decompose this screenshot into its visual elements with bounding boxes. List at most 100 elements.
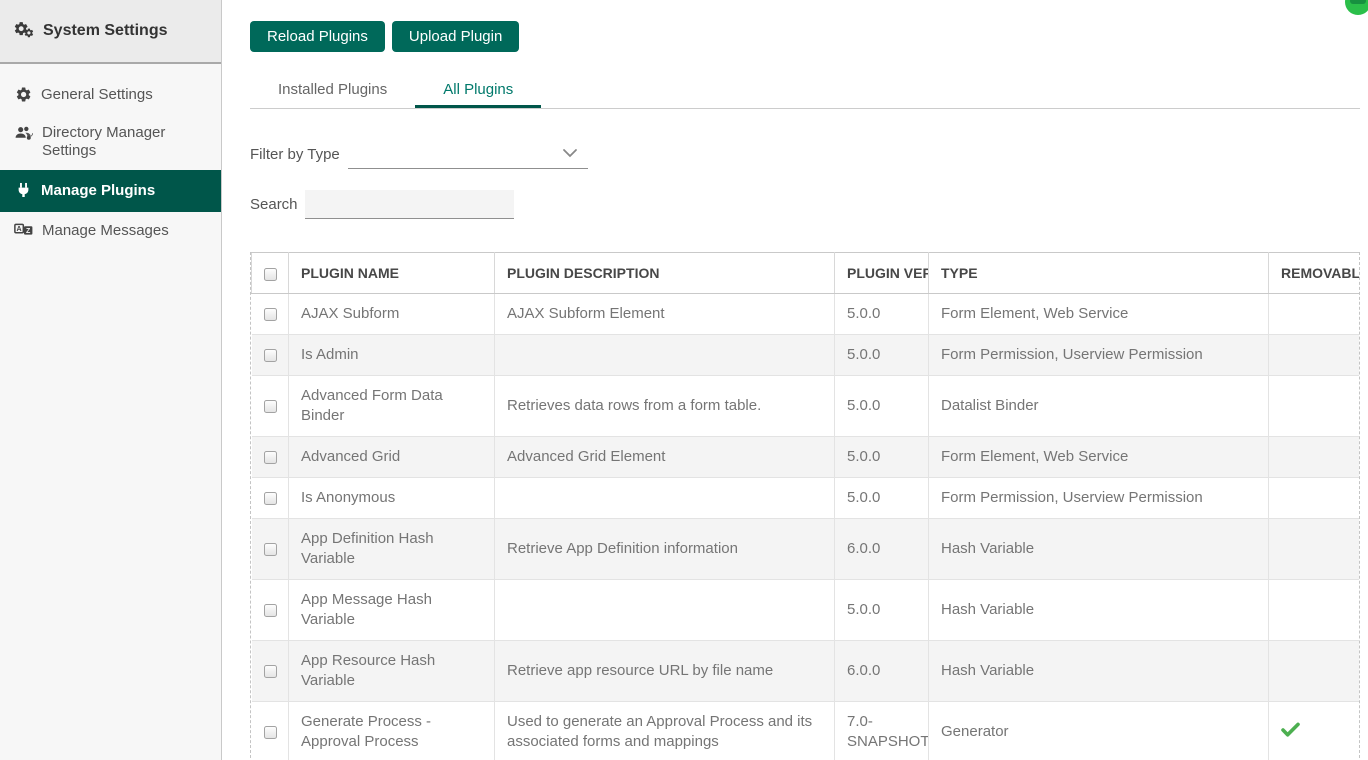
filter-by-type-select[interactable] bbox=[348, 139, 588, 169]
translate-icon: A Z bbox=[14, 222, 33, 237]
select-all-checkbox[interactable] bbox=[264, 268, 277, 281]
row-checkbox-cell bbox=[252, 580, 289, 641]
plugin-type-cell: Form Permission, Userview Permission bbox=[929, 335, 1269, 376]
table-row: App Message Hash Variable5.0.0Hash Varia… bbox=[252, 580, 1361, 641]
reload-plugins-button[interactable]: Reload Plugins bbox=[250, 21, 385, 52]
svg-text:A: A bbox=[17, 226, 22, 233]
row-checkbox[interactable] bbox=[264, 543, 277, 556]
plugin-description-cell: AJAX Subform Element bbox=[495, 294, 835, 335]
row-checkbox-cell bbox=[252, 519, 289, 580]
row-checkbox-cell bbox=[252, 376, 289, 437]
plugin-version-cell: 5.0.0 bbox=[835, 580, 929, 641]
toolbar: Reload Plugins Upload Plugin bbox=[250, 0, 1360, 52]
svg-text:Z: Z bbox=[26, 228, 31, 235]
plugin-description-cell bbox=[495, 478, 835, 519]
search-label: Search bbox=[250, 196, 298, 213]
table-row: Advanced Form Data BinderRetrieves data … bbox=[252, 376, 1361, 437]
plugin-removable-cell bbox=[1269, 376, 1361, 437]
sidebar-item-general-settings[interactable]: General Settings bbox=[0, 76, 221, 114]
tab-bar: Installed Plugins All Plugins bbox=[250, 75, 1360, 109]
table-row: AJAX SubformAJAX Subform Element5.0.0For… bbox=[252, 294, 1361, 335]
table-row: App Resource Hash VariableRetrieve app r… bbox=[252, 641, 1361, 702]
tab-all-plugins[interactable]: All Plugins bbox=[415, 75, 541, 108]
chevron-down-icon bbox=[562, 145, 578, 163]
upload-plugin-button[interactable]: Upload Plugin bbox=[392, 21, 519, 52]
plugin-version-cell: 6.0.0 bbox=[835, 519, 929, 580]
column-header-plugin-version: PLUGIN VERSION bbox=[835, 253, 929, 294]
plugin-removable-cell bbox=[1269, 580, 1361, 641]
sidebar-nav: General Settings Directory Manager Setti… bbox=[0, 64, 221, 250]
plugin-removable-cell bbox=[1269, 437, 1361, 478]
plugin-name-cell: AJAX Subform bbox=[289, 294, 495, 335]
row-checkbox[interactable] bbox=[264, 665, 277, 678]
row-checkbox[interactable] bbox=[264, 451, 277, 464]
row-checkbox[interactable] bbox=[264, 726, 277, 739]
row-checkbox[interactable] bbox=[264, 349, 277, 362]
sidebar-item-label: Manage Messages bbox=[42, 222, 169, 240]
sidebar-item-directory-manager-settings[interactable]: Directory Manager Settings bbox=[0, 114, 221, 170]
plugin-description-cell bbox=[495, 580, 835, 641]
row-checkbox-cell bbox=[252, 478, 289, 519]
filter-by-type-label: Filter by Type bbox=[250, 146, 340, 163]
row-checkbox[interactable] bbox=[264, 492, 277, 505]
select-all-header-cell bbox=[252, 253, 289, 294]
plugin-version-cell: 5.0.0 bbox=[835, 437, 929, 478]
column-header-plugin-description: PLUGIN DESCRIPTION bbox=[495, 253, 835, 294]
plugin-removable-cell bbox=[1269, 335, 1361, 376]
table-row: Generate Process - Approval ProcessUsed … bbox=[252, 702, 1361, 760]
main-panel: Reload Plugins Upload Plugin Installed P… bbox=[223, 0, 1368, 760]
plugin-removable-cell bbox=[1269, 478, 1361, 519]
row-checkbox-cell bbox=[252, 335, 289, 376]
check-icon bbox=[1281, 722, 1300, 737]
plugin-version-cell: 5.0.0 bbox=[835, 294, 929, 335]
sidebar-item-manage-messages[interactable]: A Z Manage Messages bbox=[0, 212, 221, 250]
plugin-name-cell: Is Admin bbox=[289, 335, 495, 376]
sidebar-header: System Settings bbox=[0, 0, 221, 64]
row-checkbox-cell bbox=[252, 437, 289, 478]
plugin-version-cell: 5.0.0 bbox=[835, 335, 929, 376]
gear-icon bbox=[14, 86, 32, 103]
filter-by-type-row: Filter by Type bbox=[250, 139, 1360, 169]
plugin-description-cell: Retrieve app resource URL by file name bbox=[495, 641, 835, 702]
row-checkbox-cell bbox=[252, 702, 289, 760]
column-header-type: TYPE bbox=[929, 253, 1269, 294]
plugin-table: PLUGIN NAME PLUGIN DESCRIPTION PLUGIN VE… bbox=[251, 252, 1360, 760]
plugin-type-cell: Form Permission, Userview Permission bbox=[929, 478, 1269, 519]
cogs-icon bbox=[13, 20, 35, 43]
plug-icon bbox=[14, 182, 32, 198]
plugin-type-cell: Form Element, Web Service bbox=[929, 437, 1269, 478]
tab-installed-plugins[interactable]: Installed Plugins bbox=[250, 75, 415, 108]
plugin-name-cell: App Definition Hash Variable bbox=[289, 519, 495, 580]
table-row: Is Anonymous5.0.0Form Permission, Uservi… bbox=[252, 478, 1361, 519]
users-gear-icon bbox=[14, 124, 33, 141]
table-header-row: PLUGIN NAME PLUGIN DESCRIPTION PLUGIN VE… bbox=[252, 253, 1361, 294]
plugin-removable-cell bbox=[1269, 702, 1361, 760]
row-checkbox[interactable] bbox=[264, 400, 277, 413]
sidebar-item-manage-plugins[interactable]: Manage Plugins bbox=[0, 170, 221, 212]
plugin-name-cell: App Resource Hash Variable bbox=[289, 641, 495, 702]
row-checkbox[interactable] bbox=[264, 308, 277, 321]
plugin-description-cell: Retrieves data rows from a form table. bbox=[495, 376, 835, 437]
plugin-type-cell: Form Element, Web Service bbox=[929, 294, 1269, 335]
sidebar-item-label: Manage Plugins bbox=[41, 182, 155, 200]
plugin-type-cell: Datalist Binder bbox=[929, 376, 1269, 437]
column-header-plugin-name: PLUGIN NAME bbox=[289, 253, 495, 294]
plugin-removable-cell bbox=[1269, 641, 1361, 702]
plugin-type-cell: Generator bbox=[929, 702, 1269, 760]
plugin-removable-cell bbox=[1269, 294, 1361, 335]
table-row: App Definition Hash VariableRetrieve App… bbox=[252, 519, 1361, 580]
search-input[interactable] bbox=[305, 190, 514, 219]
plugin-name-cell: Generate Process - Approval Process bbox=[289, 702, 495, 760]
plugin-type-cell: Hash Variable bbox=[929, 641, 1269, 702]
plugin-name-cell: Advanced Form Data Binder bbox=[289, 376, 495, 437]
row-checkbox[interactable] bbox=[264, 604, 277, 617]
plugin-table-body: AJAX SubformAJAX Subform Element5.0.0For… bbox=[252, 294, 1361, 760]
plugin-table-container[interactable]: PLUGIN NAME PLUGIN DESCRIPTION PLUGIN VE… bbox=[250, 252, 1360, 760]
plugin-version-cell: 5.0.0 bbox=[835, 478, 929, 519]
plugin-version-cell: 7.0-SNAPSHOT bbox=[835, 702, 929, 760]
plugin-description-cell: Advanced Grid Element bbox=[495, 437, 835, 478]
plugin-name-cell: Advanced Grid bbox=[289, 437, 495, 478]
plugin-version-cell: 5.0.0 bbox=[835, 376, 929, 437]
sidebar-title: System Settings bbox=[43, 22, 167, 40]
row-checkbox-cell bbox=[252, 294, 289, 335]
